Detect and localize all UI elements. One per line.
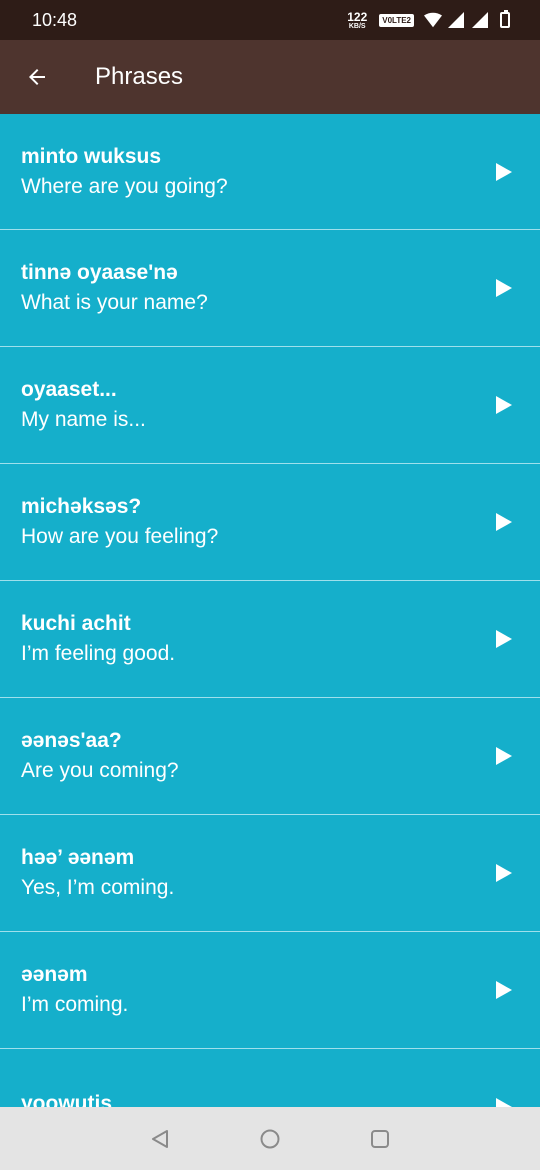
phrase-english: Are you coming?	[21, 759, 179, 782]
phrase-native: əənəs'aa?	[21, 729, 122, 752]
signal-icon-2	[472, 12, 488, 28]
phrase-english: Where are you going?	[21, 174, 228, 198]
back-button[interactable]	[0, 40, 74, 114]
wifi-icon	[424, 12, 442, 28]
phrase-row[interactable]: həə’ əənəm Yes, I’m coming.	[0, 815, 540, 932]
battery-icon	[500, 10, 510, 28]
network-speed-value: 122	[347, 9, 368, 24]
play-icon[interactable]	[496, 279, 512, 297]
nav-home-button[interactable]	[258, 1127, 282, 1151]
system-nav-bar	[0, 1107, 540, 1170]
play-icon[interactable]	[496, 630, 512, 648]
circle-home-icon	[260, 1129, 280, 1148]
phrase-native: michəksəs?	[21, 495, 142, 518]
phrase-row[interactable]: əənəm I’m coming.	[0, 932, 540, 1049]
play-icon[interactable]	[496, 396, 512, 414]
phrase-english: What is your name?	[21, 291, 208, 314]
play-icon[interactable]	[496, 864, 512, 882]
network-speed-unit: KB/S	[348, 22, 366, 30]
phrase-native: həə’ əənəm	[21, 846, 135, 869]
page-title: Phrases	[95, 63, 184, 90]
triangle-back-icon	[152, 1129, 168, 1148]
phrase-row[interactable]: əənəs'aa? Are you coming?	[0, 698, 540, 815]
phrase-list[interactable]: minto wuksus Where are you going? tinnə …	[0, 114, 540, 1107]
phrase-native: yoowutis	[21, 1092, 113, 1107]
phrase-native: oyaaset...	[21, 378, 117, 401]
phrase-row[interactable]: minto wuksus Where are you going?	[0, 114, 540, 230]
play-icon[interactable]	[496, 513, 512, 531]
phrase-english: I’m feeling good.	[21, 642, 176, 665]
nav-recents-button[interactable]	[368, 1127, 392, 1151]
phrase-row[interactable]: tinnə oyaase'nə What is your name?	[0, 230, 540, 347]
phrase-row[interactable]: michəksəs? How are you feeling?	[0, 464, 540, 581]
app-bar: Phrases	[0, 40, 540, 114]
arrow-left-icon	[29, 69, 45, 85]
phrase-english: My name is...	[21, 408, 146, 431]
play-icon[interactable]	[496, 162, 512, 181]
play-icon[interactable]	[496, 747, 512, 765]
play-icon[interactable]	[496, 1098, 512, 1107]
phrase-row[interactable]: yoowutis	[0, 1049, 540, 1107]
nav-back-button[interactable]	[148, 1127, 172, 1151]
phrase-native: minto wuksus	[21, 144, 162, 168]
phrase-native: kuchi achit	[21, 612, 131, 635]
phrase-english: I’m coming.	[21, 993, 129, 1016]
phrase-row[interactable]: oyaaset... My name is...	[0, 347, 540, 464]
status-time: 10:48	[32, 9, 78, 30]
phrase-native: tinnə oyaase'nə	[21, 261, 178, 284]
phrase-native: əənəm	[21, 963, 88, 986]
phrase-english: Yes, I’m coming.	[21, 876, 175, 899]
phrase-row[interactable]: kuchi achit I’m feeling good.	[0, 581, 540, 698]
volte-badge: V0LTE2	[379, 13, 414, 27]
play-icon[interactable]	[496, 981, 512, 999]
status-bar: 10:48 122 KB/S V0LTE2	[0, 0, 540, 40]
square-recents-icon	[371, 1129, 389, 1148]
network-speed: 122 KB/S	[347, 11, 367, 30]
phrase-english: How are you feeling?	[21, 525, 219, 548]
status-icons: 122 KB/S V0LTE2	[347, 10, 510, 30]
signal-icon	[448, 12, 464, 28]
